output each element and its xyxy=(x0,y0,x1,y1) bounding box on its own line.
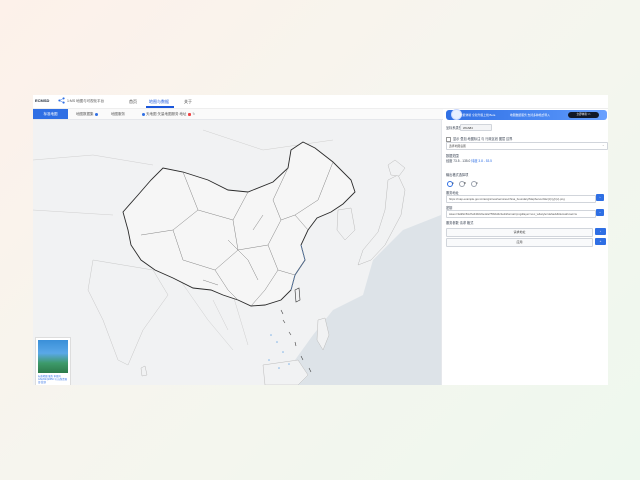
nav-active-indicator xyxy=(146,106,174,108)
radio-option-a-label: A xyxy=(452,181,454,185)
map-canvas[interactable]: 标准地图 服务 审图号 GS(2024)0650 号 自然资源部 监制 xyxy=(33,120,441,385)
globe-dot-icon xyxy=(142,112,145,116)
sub-tabs: 标准地图 地图数据集 地图服务 天地图 矢量地图服务 地址 ↻ xyxy=(33,109,443,120)
thumbnail-image xyxy=(38,340,68,373)
refresh-icon[interactable]: ↻ xyxy=(192,112,195,116)
apply-button[interactable]: 应用 xyxy=(446,238,593,247)
settings-panel: 坐标系类型 WGS84 显示 叠加 地图标注 与 行政区划 图层 边界 选择地图… xyxy=(441,120,608,385)
subtab-service[interactable]: 地图服务 xyxy=(111,109,125,119)
nav-tab-about[interactable]: 关于 xyxy=(184,99,192,105)
url-confirm-button[interactable]: › xyxy=(596,194,604,201)
apply-add-button[interactable]: + xyxy=(595,238,606,245)
range-link[interactable]: 纬度 3.8 - 53.5 xyxy=(471,159,492,163)
nav-tab-home[interactable]: 首页 xyxy=(129,99,137,105)
subtab-dataset[interactable]: 地图数据集 xyxy=(76,109,98,119)
share-icon[interactable] xyxy=(58,97,65,104)
url-input[interactable]: https://map.example.gov.cn/arcgis/rest/s… xyxy=(446,195,596,203)
basemap-dropdown-value: 选择地图底图 xyxy=(449,144,466,148)
request-url-button[interactable]: 请求地址 xyxy=(446,228,593,237)
subtab-dataset-label: 地图数据集 xyxy=(76,112,94,116)
overlay-checkbox[interactable] xyxy=(446,136,451,142)
info-dot-icon xyxy=(94,112,98,116)
new-badge-icon xyxy=(188,112,192,116)
subtab-tianditu-label: 天地图 矢量地图服务 地址 xyxy=(145,112,187,116)
mode-value: WGS84 xyxy=(463,125,473,130)
promo-banner[interactable]: 智能体验 全新升级上线 Beta 地图数据服务 支持多种格式导入 立即体验 >> xyxy=(446,109,607,120)
key-dropdown-button[interactable]: ⌄ xyxy=(596,209,604,216)
map-svg[interactable] xyxy=(33,120,441,385)
output-label: 输出格式选择项 xyxy=(446,173,469,177)
nav-tab-map[interactable]: 地图与数据 xyxy=(149,99,169,105)
banner-text-2: 地图数据服务 支持多种格式导入 xyxy=(510,113,550,117)
app-logo: ECMSD xyxy=(35,98,50,103)
params-label: 服务参数 请求 格式 xyxy=(446,221,474,225)
thumbnail-caption: 标准地图 服务 审图号 GS(2024)0650 号 自然资源部 监制 xyxy=(38,375,67,384)
overlay-checkbox-row[interactable]: 显示 叠加 地图标注 与 行政区划 图层 边界 xyxy=(446,136,513,142)
subtab-tianditu[interactable]: 天地图 矢量地图服务 地址 ↻ xyxy=(141,109,195,119)
project-name: 1:MS 地图与可视化平台 xyxy=(67,99,105,103)
mode-select[interactable]: WGS84 xyxy=(460,124,492,131)
range-row: 经度 73.5 - 135.0 纬度 3.8 - 53.5 xyxy=(446,158,492,163)
radio-option-c-label: C xyxy=(476,181,479,185)
range-text: 经度 73.5 - 135.0 xyxy=(446,159,471,163)
overlay-checkbox-label: 显示 叠加 地图标注 与 行政区划 图层 边界 xyxy=(453,137,513,141)
request-go-button[interactable]: › xyxy=(595,228,606,235)
map-thumbnail-card[interactable]: 标准地图 服务 审图号 GS(2024)0650 号 自然资源部 监制 xyxy=(35,337,71,385)
app-window: ECMSD 1:MS 地图与可视化平台 首页 地图与数据 关于 智能体验 全新升… xyxy=(33,95,608,385)
key-input[interactable]: token=3a9f2c81d7e64b0c9e12a7f5b6d4c3e2&f… xyxy=(446,210,596,218)
url-value: https://map.example.gov.cn/arcgis/rest/s… xyxy=(449,197,565,201)
banner-cta-button[interactable]: 立即体验 >> xyxy=(568,112,599,118)
top-navbar: ECMSD 1:MS 地图与可视化平台 首页 地图与数据 关于 xyxy=(33,95,608,109)
subtab-standard-map[interactable]: 标准地图 xyxy=(33,109,68,119)
basemap-dropdown[interactable]: 选择地图底图 ⌄ xyxy=(446,142,608,150)
banner-text-1: 智能体验 全新升级上线 Beta xyxy=(460,113,496,117)
key-value: token=3a9f2c81d7e64b0c9e12a7f5b6d4c3e2&f… xyxy=(449,212,577,216)
radio-option-b-label: B xyxy=(464,181,466,185)
chevron-down-icon: ⌄ xyxy=(602,143,605,147)
